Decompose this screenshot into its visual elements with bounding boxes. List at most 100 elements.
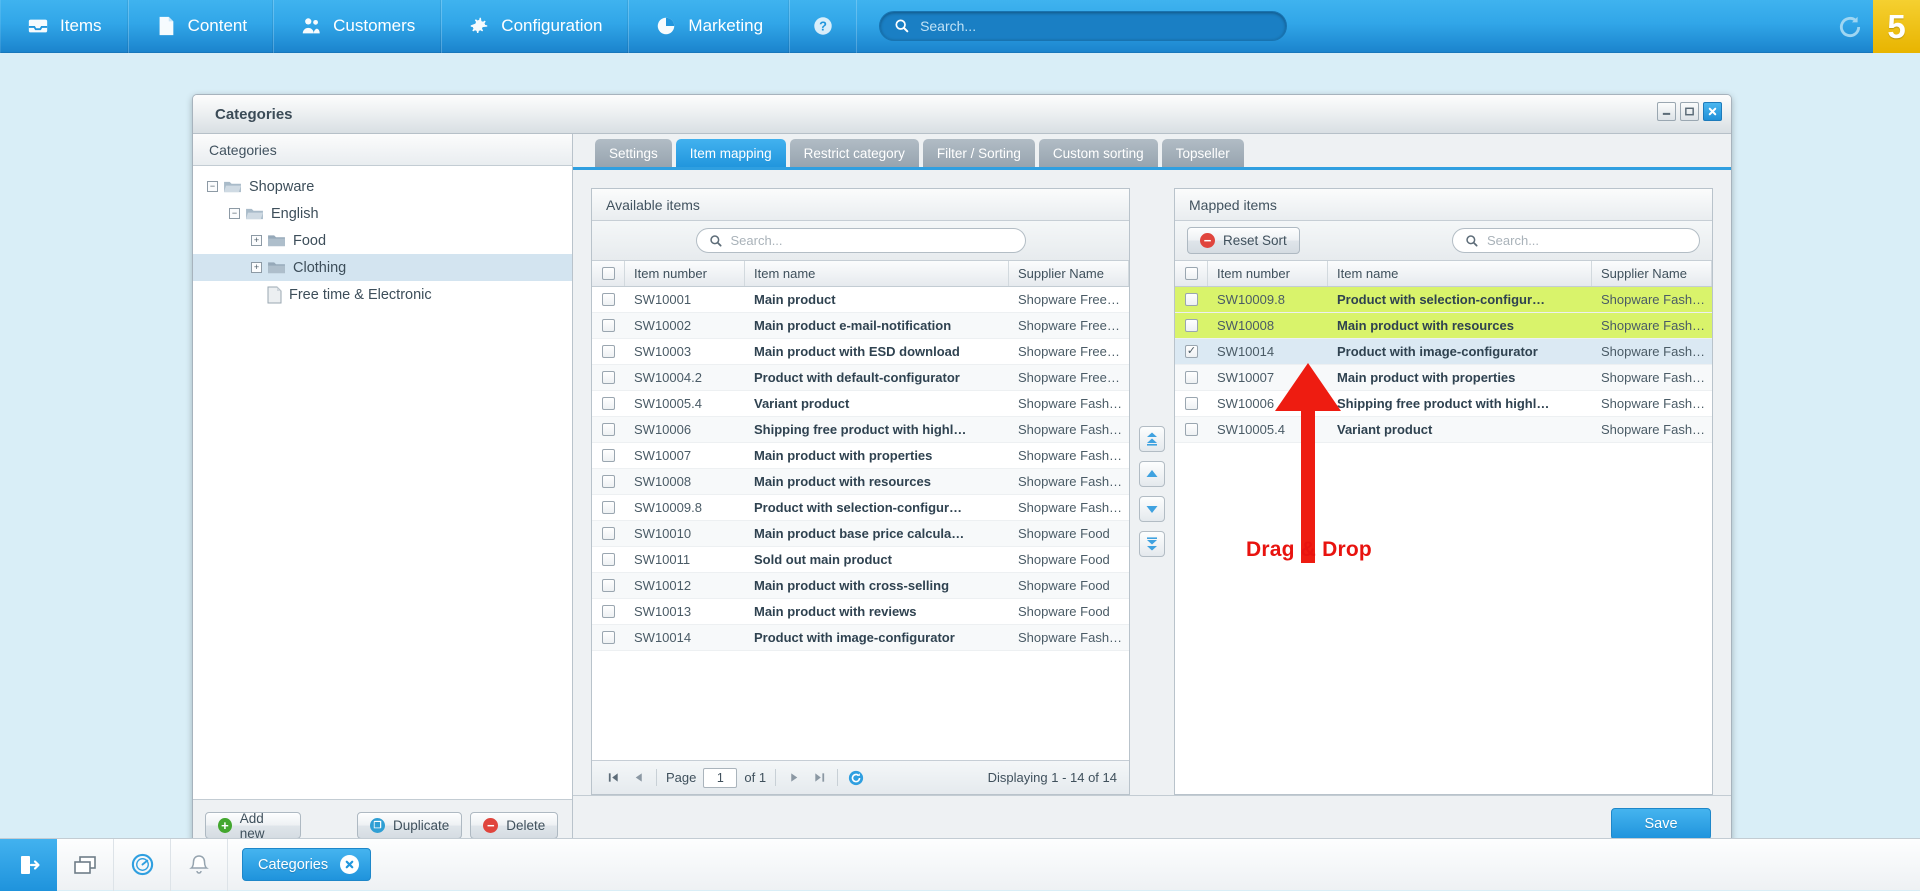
checkbox-icon[interactable] <box>1185 319 1198 332</box>
row-checkbox-cell[interactable] <box>1175 313 1208 338</box>
tab-filter-sorting[interactable]: Filter / Sorting <box>923 139 1035 167</box>
last-page-icon[interactable] <box>810 769 828 787</box>
row-checkbox-cell[interactable] <box>592 625 625 650</box>
table-row[interactable]: SW10004.2Product with default-configurat… <box>592 365 1129 391</box>
tab-custom-sorting[interactable]: Custom sorting <box>1039 139 1158 167</box>
checkbox-icon[interactable] <box>602 319 615 332</box>
next-page-icon[interactable] <box>785 769 803 787</box>
select-all-header[interactable] <box>592 261 625 286</box>
tab-topseller[interactable]: Topseller <box>1162 139 1244 167</box>
tab-restrict-category[interactable]: Restrict category <box>790 139 919 167</box>
tree-expander-icon[interactable]: + <box>251 262 262 273</box>
column-header-item-name[interactable]: Item name <box>1328 261 1592 286</box>
row-checkbox-cell[interactable] <box>592 339 625 364</box>
tree-node-free-time-electronic[interactable]: Free time & Electronic <box>193 281 572 308</box>
table-row[interactable]: SW10013Main product with reviewsShopware… <box>592 599 1129 625</box>
row-checkbox-cell[interactable] <box>592 443 625 468</box>
row-checkbox-cell[interactable]: ✓ <box>1175 339 1208 364</box>
table-row[interactable]: SW10009.8Product with selection-configur… <box>1175 287 1712 313</box>
duplicate-button[interactable]: ❐ Duplicate <box>357 812 462 839</box>
column-header-supplier-name[interactable]: Supplier Name <box>1592 261 1712 286</box>
table-row[interactable]: ✓SW10014Product with image-configuratorS… <box>1175 339 1712 365</box>
move-up-button[interactable] <box>1139 461 1165 487</box>
checkbox-icon[interactable] <box>602 605 615 618</box>
column-header-item-number[interactable]: Item number <box>1208 261 1328 286</box>
notifications-button[interactable] <box>171 839 228 891</box>
tree-node-clothing[interactable]: + Clothing <box>193 254 572 281</box>
row-checkbox-cell[interactable] <box>592 547 625 572</box>
tree-expander-icon[interactable]: − <box>229 208 240 219</box>
row-checkbox-cell[interactable] <box>592 495 625 520</box>
row-checkbox-cell[interactable] <box>592 287 625 312</box>
row-checkbox-cell[interactable] <box>1175 417 1208 442</box>
checkbox-icon[interactable] <box>602 449 615 462</box>
tree-node-shopware[interactable]: − Shopware <box>193 173 572 200</box>
refresh-icon[interactable] <box>847 769 865 787</box>
row-checkbox-cell[interactable] <box>592 599 625 624</box>
checkbox-icon[interactable] <box>1185 371 1198 384</box>
table-row[interactable]: SW10010Main product base price calcula…S… <box>592 521 1129 547</box>
checkbox-icon[interactable] <box>602 293 615 306</box>
prev-page-icon[interactable] <box>629 769 647 787</box>
tree-node-english[interactable]: − English <box>193 200 572 227</box>
table-row[interactable]: SW10006Shipping free product with highl…… <box>592 417 1129 443</box>
window-manager-button[interactable] <box>57 839 114 891</box>
table-row[interactable]: SW10006Shipping free product with highl…… <box>1175 391 1712 417</box>
dashboard-button[interactable] <box>114 839 171 891</box>
table-row[interactable]: SW10012Main product with cross-sellingSh… <box>592 573 1129 599</box>
tree-expander-icon[interactable]: + <box>251 235 262 246</box>
table-row[interactable]: SW10007Main product with propertiesShopw… <box>1175 365 1712 391</box>
add-new-button[interactable]: + Add new <box>205 812 301 839</box>
checkbox-icon[interactable] <box>1185 293 1198 306</box>
move-all-up-button[interactable] <box>1139 426 1165 452</box>
table-row[interactable]: SW10007Main product with propertiesShopw… <box>592 443 1129 469</box>
maximize-button[interactable] <box>1680 102 1699 121</box>
checkbox-icon[interactable] <box>1185 423 1198 436</box>
page-number-input[interactable]: 1 <box>703 768 737 788</box>
checkbox-icon[interactable] <box>602 579 615 592</box>
first-page-icon[interactable] <box>604 769 622 787</box>
select-all-checkbox[interactable] <box>1185 267 1198 280</box>
minimize-button[interactable] <box>1657 102 1676 121</box>
checkbox-icon[interactable] <box>602 345 615 358</box>
nav-item-marketing[interactable]: Marketing <box>629 0 790 53</box>
checkbox-icon[interactable] <box>602 371 615 384</box>
select-all-checkbox[interactable] <box>602 267 615 280</box>
row-checkbox-cell[interactable] <box>592 521 625 546</box>
row-checkbox-cell[interactable] <box>1175 391 1208 416</box>
column-header-item-number[interactable]: Item number <box>625 261 745 286</box>
checkbox-icon[interactable] <box>602 501 615 514</box>
table-row[interactable]: SW10001Main productShopware Free… <box>592 287 1129 313</box>
row-checkbox-cell[interactable] <box>592 391 625 416</box>
nav-item-configuration[interactable]: Configuration <box>442 0 629 53</box>
close-button[interactable] <box>1703 102 1722 121</box>
checkbox-icon[interactable] <box>602 553 615 566</box>
table-row[interactable]: SW10014Product with image-configuratorSh… <box>592 625 1129 651</box>
global-search-box[interactable]: Search... <box>879 11 1287 41</box>
row-checkbox-cell[interactable] <box>592 417 625 442</box>
checkbox-icon[interactable] <box>1185 397 1198 410</box>
table-row[interactable]: SW10002Main product e-mail-notificationS… <box>592 313 1129 339</box>
nav-item-customers[interactable]: Customers <box>274 0 442 53</box>
row-checkbox-cell[interactable] <box>592 313 625 338</box>
row-checkbox-cell[interactable] <box>592 365 625 390</box>
row-checkbox-cell[interactable] <box>1175 287 1208 312</box>
delete-button[interactable]: − Delete <box>470 812 558 839</box>
column-header-item-name[interactable]: Item name <box>745 261 1009 286</box>
checkbox-checked-icon[interactable]: ✓ <box>1185 345 1198 358</box>
reset-sort-button[interactable]: − Reset Sort <box>1187 227 1300 254</box>
checkbox-icon[interactable] <box>602 527 615 540</box>
tab-settings[interactable]: Settings <box>595 139 672 167</box>
table-row[interactable]: SW10008Main product with resourcesShopwa… <box>1175 313 1712 339</box>
row-checkbox-cell[interactable] <box>592 573 625 598</box>
tree-expander-icon[interactable]: − <box>207 181 218 192</box>
checkbox-icon[interactable] <box>602 397 615 410</box>
table-row[interactable]: SW10005.4Variant productShopware Fash… <box>1175 417 1712 443</box>
save-button[interactable]: Save <box>1611 808 1711 840</box>
checkbox-icon[interactable] <box>602 475 615 488</box>
table-row[interactable]: SW10005.4Variant productShopware Fash… <box>592 391 1129 417</box>
nav-item-content[interactable]: Content <box>129 0 275 53</box>
taskbar-close-button[interactable] <box>340 855 359 874</box>
tab-item-mapping[interactable]: Item mapping <box>676 139 786 167</box>
table-row[interactable]: SW10009.8Product with selection-configur… <box>592 495 1129 521</box>
